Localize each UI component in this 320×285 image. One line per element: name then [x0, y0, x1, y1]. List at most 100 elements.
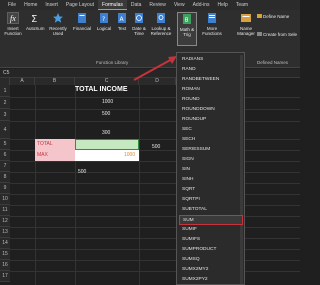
- row-header-8[interactable]: 8: [0, 172, 10, 183]
- name-box[interactable]: C5: [3, 70, 9, 76]
- gridline: [75, 85, 76, 285]
- menu-item-subtotal[interactable]: SUBTOTAL: [179, 205, 243, 215]
- book-stack-icon: [208, 13, 216, 23]
- book-icon: ?: [100, 13, 108, 23]
- menu-item-sumsq[interactable]: SUMSQ: [179, 255, 243, 265]
- gridline: [10, 205, 300, 206]
- tab-team[interactable]: Team: [232, 0, 252, 10]
- column-header-a[interactable]: A: [10, 78, 35, 85]
- tab-formulas[interactable]: Formulas: [98, 0, 127, 10]
- row-header-2[interactable]: 2: [0, 97, 10, 109]
- row-header-11[interactable]: 11: [0, 205, 10, 216]
- lookup-reference-button[interactable]: Lookup & Reference: [149, 12, 173, 36]
- svg-text:?: ?: [102, 16, 105, 23]
- row-header-7[interactable]: 7: [0, 161, 10, 172]
- insert-function-button[interactable]: fx Insert Function: [2, 12, 24, 36]
- worksheet-grid: A B C D 1 2 3 4 5 6 7 8 9 10 11 12 13 14…: [0, 78, 300, 285]
- tab-insert[interactable]: Insert: [41, 0, 62, 10]
- tab-help[interactable]: Help: [214, 0, 232, 10]
- tag-icon: [241, 14, 251, 22]
- menu-item-sqrtpi[interactable]: SQRTPI: [179, 195, 243, 205]
- autosum-button[interactable]: Σ AutoSum: [26, 12, 45, 31]
- menu-item-roman[interactable]: ROMAN: [179, 85, 243, 95]
- cell-c4[interactable]: 300: [102, 130, 110, 136]
- tab-data[interactable]: Data: [127, 0, 146, 10]
- svg-text:Σ: Σ: [31, 14, 37, 24]
- tab-view[interactable]: View: [170, 0, 189, 10]
- row-header-9[interactable]: 9: [0, 183, 10, 194]
- column-header-b[interactable]: B: [35, 78, 75, 85]
- menu-item-radians[interactable]: RADIANS: [179, 55, 243, 65]
- logical-button[interactable]: ? Logical: [95, 12, 113, 31]
- financial-button[interactable]: Financial: [72, 12, 92, 31]
- row-header-3[interactable]: 3: [0, 109, 10, 121]
- row-header-4[interactable]: 4: [0, 121, 10, 139]
- text-button[interactable]: A Text: [115, 12, 129, 31]
- theta-book-icon: θ: [183, 14, 191, 24]
- menu-item-rand[interactable]: RAND: [179, 65, 243, 75]
- menu-item-seriessum[interactable]: SERIESSUM: [179, 145, 243, 155]
- row-header-15[interactable]: 15: [0, 249, 10, 260]
- row-header-10[interactable]: 10: [0, 194, 10, 205]
- tab-page-layout[interactable]: Page Layout: [62, 0, 98, 10]
- menu-item-sech[interactable]: SECH: [179, 135, 243, 145]
- tab-review[interactable]: Review: [145, 0, 169, 10]
- date-time-button[interactable]: Date & Time: [131, 12, 147, 36]
- menu-item-sumifs[interactable]: SUMIFS: [179, 235, 243, 245]
- book-icon: A: [118, 13, 126, 23]
- math-trig-button[interactable]: θ Math & Trig: [177, 12, 197, 46]
- cell-d5[interactable]: 500: [152, 144, 160, 150]
- cell-c5-selected[interactable]: [75, 139, 139, 150]
- menu-item-round[interactable]: ROUND: [179, 95, 243, 105]
- gridline: [10, 271, 300, 272]
- tab-home[interactable]: Home: [20, 0, 41, 10]
- gridline: [139, 85, 140, 285]
- math-trig-dropdown: RADIANS RAND RANDBETWEEN ROMAN ROUND ROUNDDOW…: [176, 52, 245, 285]
- gridline: [10, 172, 300, 173]
- tab-add-ins[interactable]: Add-ins: [189, 0, 214, 10]
- function-library-label: Function Library: [96, 60, 129, 65]
- more-functions-button[interactable]: More Functions: [201, 12, 223, 36]
- row-header-17[interactable]: 17: [0, 271, 10, 282]
- cell-c6[interactable]: 1000: [124, 152, 135, 158]
- cell-b6[interactable]: MAX: [37, 152, 48, 158]
- row-header-16[interactable]: 16: [0, 260, 10, 271]
- gridline: [10, 227, 300, 228]
- define-name-button[interactable]: Define Name: [257, 14, 289, 19]
- row-header-13[interactable]: 13: [0, 227, 10, 238]
- menu-item-sinh[interactable]: SINH: [179, 175, 243, 185]
- menu-item-sqrt[interactable]: SQRT: [179, 185, 243, 195]
- tab-file[interactable]: File: [4, 0, 20, 10]
- row-header-6[interactable]: 6: [0, 150, 10, 161]
- menu-item-sin[interactable]: SIN: [179, 165, 243, 175]
- row-header-12[interactable]: 12: [0, 216, 10, 227]
- row-header-14[interactable]: 14: [0, 238, 10, 249]
- row-header-5[interactable]: 5: [0, 139, 10, 150]
- cell-b8[interactable]: 500: [78, 169, 86, 175]
- sheet-title[interactable]: TOTAL INCOME: [75, 86, 128, 93]
- cell-c2[interactable]: 1000: [102, 99, 113, 105]
- cell-b5[interactable]: TOTAL: [37, 141, 53, 147]
- menu-item-sum[interactable]: SUM: [179, 215, 243, 225]
- gridline: [10, 97, 300, 98]
- menu-item-sumif[interactable]: SUMIF: [179, 225, 243, 235]
- menu-item-sign[interactable]: SIGN: [179, 155, 243, 165]
- recently-used-button[interactable]: Recently Used: [48, 12, 68, 36]
- defined-names-label: Defined Names: [257, 60, 289, 65]
- menu-item-rounddown[interactable]: ROUNDDOWN: [179, 105, 243, 115]
- gridline: [35, 85, 36, 285]
- select-all-corner[interactable]: [0, 78, 10, 85]
- menu-item-sumproduct[interactable]: SUMPRODUCT: [179, 245, 243, 255]
- gridline: [10, 121, 300, 122]
- create-from-selection-button[interactable]: Create from Sele: [257, 32, 297, 37]
- row-header-1[interactable]: 1: [0, 85, 10, 97]
- menu-item-sumx2py2[interactable]: SUMX2PY2: [179, 275, 243, 285]
- star-icon: [53, 13, 63, 23]
- menu-item-roundup[interactable]: ROUNDUP: [179, 115, 243, 125]
- menu-item-sumx2my2[interactable]: SUMX2MY2: [179, 265, 243, 275]
- cell-c3[interactable]: 500: [102, 111, 110, 117]
- magnifier-book-icon: [157, 13, 165, 23]
- name-manager-button[interactable]: Name Manager: [237, 12, 255, 36]
- menu-item-randbetween[interactable]: RANDBETWEEN: [179, 75, 243, 85]
- menu-item-sec[interactable]: SEC: [179, 125, 243, 135]
